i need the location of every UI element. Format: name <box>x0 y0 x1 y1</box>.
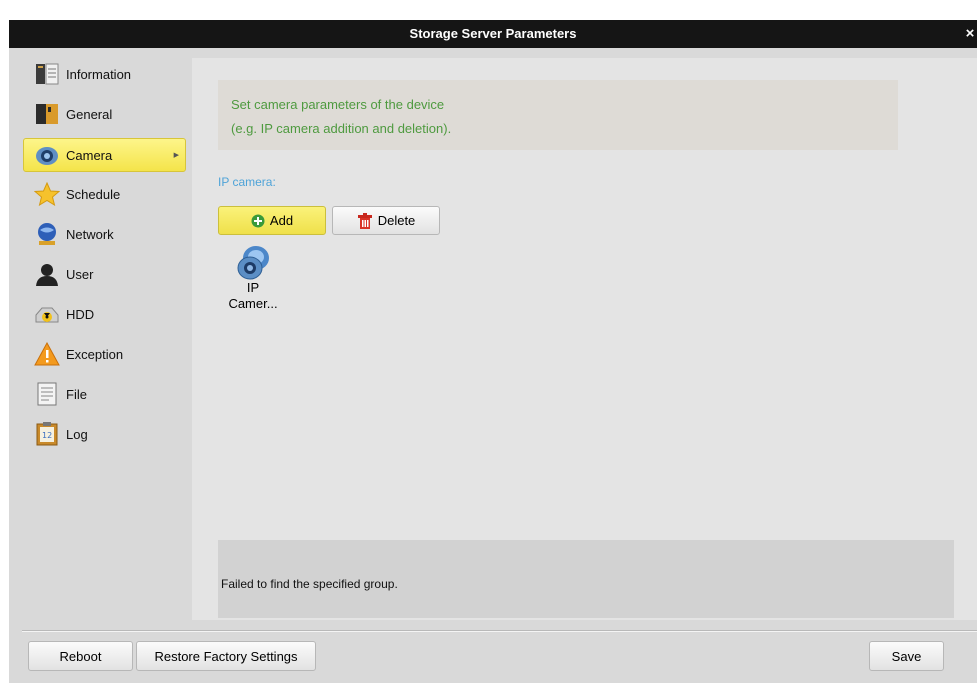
footer-divider-highlight <box>22 631 977 632</box>
sidebar-item-label: File <box>66 386 87 402</box>
ip-camera-label-line2: Camer... <box>228 296 278 311</box>
close-button[interactable]: × <box>963 20 977 48</box>
ip-camera-section-label: IP camera: <box>218 175 276 189</box>
sidebar-item-label: User <box>66 266 94 282</box>
sidebar-item-hdd[interactable]: HDD <box>24 298 185 330</box>
sidebar: Information General Camera ▶ Schedule Ne… <box>22 58 192 518</box>
sidebar-item-network[interactable]: Network <box>24 218 185 250</box>
restore-factory-settings-button[interactable]: Restore Factory Settings <box>136 641 316 671</box>
schedule-star-icon <box>34 181 60 207</box>
description-line-2: (e.g. IP camera addition and deletion). <box>231 121 452 136</box>
sidebar-item-schedule[interactable]: Schedule <box>24 178 185 210</box>
sidebar-item-user[interactable]: User <box>24 258 185 290</box>
camera-icon <box>34 142 60 168</box>
save-button[interactable]: Save <box>869 641 944 671</box>
exception-warning-icon <box>34 341 60 367</box>
add-camera-button[interactable]: Add <box>218 206 326 235</box>
delete-label: Delete <box>377 213 416 228</box>
information-icon <box>34 61 60 87</box>
add-label: Add <box>269 213 294 228</box>
ip-camera-label-line1: IP <box>246 280 260 295</box>
sidebar-item-label: HDD <box>66 306 95 322</box>
sidebar-item-label: Camera <box>66 147 113 163</box>
ip-camera-item[interactable]: IP Camer... <box>218 240 288 320</box>
trash-icon <box>357 212 373 229</box>
ip-camera-icon <box>218 240 288 280</box>
hdd-icon <box>34 301 60 327</box>
sidebar-item-label: General <box>66 106 113 122</box>
storage-server-parameters-dialog: Storage Server Parameters × Information … <box>9 20 977 683</box>
network-icon <box>34 221 60 247</box>
sidebar-item-label: Network <box>66 226 114 242</box>
chevron-right-icon: ▶ <box>173 152 179 159</box>
sidebar-item-general[interactable]: General <box>24 98 185 130</box>
reboot-button[interactable]: Reboot <box>28 641 133 671</box>
file-icon <box>34 381 60 407</box>
plus-icon <box>251 214 265 228</box>
sidebar-item-exception[interactable]: Exception <box>24 338 185 370</box>
sidebar-item-label: Log <box>66 426 88 442</box>
title-bar: Storage Server Parameters × <box>9 20 977 48</box>
camera-settings-panel: Set camera parameters of the device (e.g… <box>192 58 977 620</box>
status-message: Failed to find the specified group. <box>221 577 398 591</box>
sidebar-item-camera[interactable]: Camera ▶ <box>23 138 186 172</box>
window-title: Storage Server Parameters <box>409 26 577 41</box>
dialog-body: Information General Camera ▶ Schedule Ne… <box>9 48 977 683</box>
sidebar-item-label: Information <box>66 66 132 82</box>
sidebar-item-label: Exception <box>66 346 124 362</box>
sidebar-item-information[interactable]: Information <box>24 58 185 90</box>
sidebar-item-file[interactable]: File <box>24 378 185 410</box>
general-icon <box>34 101 60 127</box>
sidebar-item-label: Schedule <box>66 186 121 202</box>
sidebar-item-log[interactable]: 12 Log <box>24 418 185 450</box>
status-box: Failed to find the specified group. <box>218 540 954 618</box>
delete-camera-button[interactable]: Delete <box>332 206 440 235</box>
user-icon <box>34 261 60 287</box>
svg-text:12: 12 <box>42 431 52 440</box>
description-box: Set camera parameters of the device (e.g… <box>218 80 898 150</box>
description-line-1: Set camera parameters of the device <box>231 97 445 112</box>
log-icon: 12 <box>34 421 60 447</box>
